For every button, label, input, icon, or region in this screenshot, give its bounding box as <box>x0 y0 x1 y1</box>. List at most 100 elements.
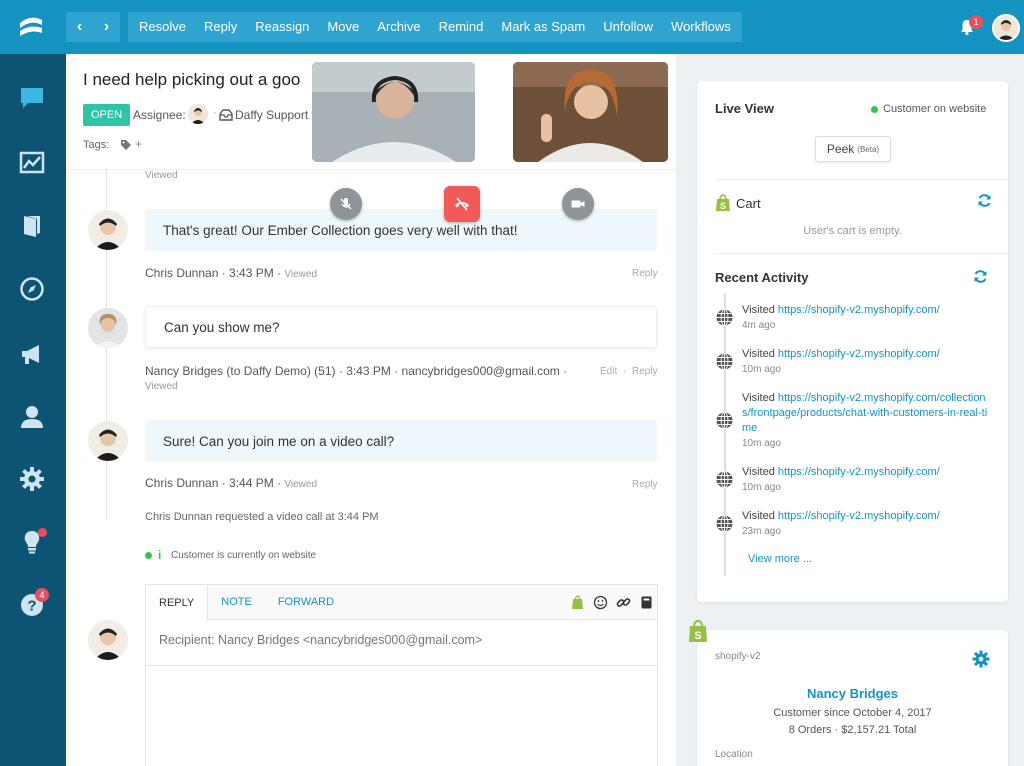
customer-name-link[interactable]: Nancy Bridges <box>697 686 1008 701</box>
history-nav: ‹ › <box>66 12 120 42</box>
assignee-avatar[interactable] <box>188 104 208 124</box>
message-reply-link[interactable]: Reply <box>632 479 658 490</box>
contacts-icon[interactable] <box>19 404 45 430</box>
add-tag-button[interactable]: + <box>135 137 142 151</box>
message-meta: Nancy Bridges (to Daffy Demo) (51) · 3:4… <box>145 364 568 378</box>
viewed-label: Viewed <box>284 269 318 280</box>
help-badge: 4 <box>35 588 49 602</box>
settings-icon[interactable] <box>19 466 45 492</box>
unfollow-button[interactable]: Unfollow <box>594 12 662 42</box>
knowledge-base-icon[interactable] <box>639 595 654 610</box>
peek-button[interactable]: Peek (Beta) <box>815 136 891 162</box>
knowledge-base-icon[interactable] <box>19 213 45 239</box>
reply-button[interactable]: Reply <box>195 12 246 42</box>
activity-prefix: Visited <box>742 510 775 522</box>
app-logo-icon[interactable] <box>16 12 46 42</box>
recent-activity-title: Recent Activity <box>715 270 809 285</box>
camera-toggle-button[interactable] <box>562 188 594 220</box>
end-call-button[interactable] <box>444 186 480 222</box>
svg-text:S: S <box>694 630 701 642</box>
activity-time: 4m ago <box>742 320 776 331</box>
assignee-person-icon <box>191 108 205 124</box>
mark-as-spam-button[interactable]: Mark as Spam <box>492 12 594 42</box>
activity-link[interactable]: https://shopify-v2.myshopify.com/collect… <box>742 392 987 434</box>
tab-bar-fill <box>347 585 657 620</box>
refresh-activity-icon[interactable] <box>973 269 988 284</box>
composer-avatar <box>88 620 128 660</box>
agent-video-person-icon <box>312 62 475 162</box>
globe-icon <box>716 309 733 326</box>
beta-label: (Beta) <box>857 144 880 154</box>
activity-item: Visited https://shopify-v2.myshopify.com… <box>742 303 992 333</box>
camera-icon <box>571 200 585 208</box>
activity-link[interactable]: https://shopify-v2.myshopify.com/ <box>778 304 940 316</box>
activity-link[interactable]: https://shopify-v2.myshopify.com/ <box>778 510 940 522</box>
peek-label: Peek <box>826 142 855 156</box>
activity-link[interactable]: https://shopify-v2.myshopify.com/ <box>778 466 940 478</box>
ideas-badge-dot <box>38 528 47 537</box>
shopify-customer-panel: shopify-v2 Nancy Bridges Customer since … <box>697 630 1008 766</box>
agent-person-icon <box>94 628 122 660</box>
back-button[interactable]: ‹ <box>66 12 93 42</box>
shopify-icon: S <box>716 194 730 211</box>
forward-button[interactable]: › <box>93 12 120 42</box>
conversation-pane: Viewed That's great! Our Ember Collectio… <box>66 54 676 766</box>
campaigns-icon[interactable] <box>19 341 45 367</box>
online-status-dot <box>145 552 152 559</box>
recipient-field[interactable]: Recipient: Nancy Bridges <nancybridges00… <box>159 633 482 647</box>
tag-icon[interactable] <box>120 139 132 151</box>
activity-prefix: Visited <box>742 466 775 478</box>
compass-icon[interactable] <box>19 276 45 302</box>
customer-avatar <box>88 308 128 348</box>
archive-button[interactable]: Archive <box>368 12 429 42</box>
globe-icon <box>716 471 733 488</box>
remind-button[interactable]: Remind <box>430 12 493 42</box>
customer-person-icon <box>88 308 128 348</box>
emoji-icon[interactable] <box>593 595 608 610</box>
conversation-actions: Resolve Reply Reassign Move Archive Remi… <box>128 12 742 42</box>
message-reply-link[interactable]: Reply <box>632 366 658 377</box>
globe-icon <box>716 353 733 370</box>
tab-forward[interactable]: FORWARD <box>264 585 348 620</box>
video-call-note: Chris Dunnan requested a video call at 3… <box>145 511 379 523</box>
agent-avatar <box>88 421 128 461</box>
link-icon[interactable] <box>616 595 631 610</box>
customer-since: Customer since October 4, 2017 <box>773 707 932 719</box>
mute-microphone-button[interactable] <box>330 188 362 220</box>
view-more-link[interactable]: View more ... <box>748 553 812 565</box>
message-reply-link[interactable]: Reply <box>632 268 658 279</box>
move-button[interactable]: Move <box>318 12 368 42</box>
gear-icon[interactable] <box>972 650 990 668</box>
assignee-separator: · <box>213 107 217 119</box>
online-status-dot <box>871 106 878 113</box>
reports-icon[interactable] <box>19 150 45 176</box>
recipient-divider <box>146 665 657 666</box>
end-call-icon <box>455 197 469 211</box>
chat-icon[interactable] <box>19 85 45 111</box>
tab-note[interactable]: NOTE <box>208 585 265 620</box>
live-status-text: Customer on website <box>883 103 987 115</box>
activity-prefix: Visited <box>742 392 775 404</box>
reassign-button[interactable]: Reassign <box>246 12 318 42</box>
message-meta: Chris Dunnan · 3:44 PM · Viewed <box>145 476 317 490</box>
team-selector[interactable]: Daffy Support v <box>235 108 318 122</box>
resolve-button[interactable]: Resolve <box>130 12 195 42</box>
activity-item: Visited https://shopify-v2.myshopify.com… <box>742 347 992 377</box>
workflows-button[interactable]: Workflows <box>662 12 740 42</box>
message-edit-link[interactable]: Edit <box>600 366 617 377</box>
refresh-cart-icon[interactable] <box>977 193 992 208</box>
cart-title: Cart <box>736 196 761 211</box>
user-avatar[interactable] <box>992 14 1020 42</box>
link-separator: · <box>623 366 627 377</box>
message-meta: Chris Dunnan · 3:43 PM · Viewed <box>145 266 317 280</box>
agent-person-icon <box>94 218 122 250</box>
shopify-icon[interactable] <box>570 595 585 610</box>
agent-person-icon <box>94 429 122 461</box>
store-name: shopify-v2 <box>715 651 761 662</box>
tags-label: Tags: <box>83 139 110 151</box>
activity-link[interactable]: https://shopify-v2.myshopify.com/ <box>778 348 940 360</box>
globe-icon <box>716 412 733 429</box>
tab-reply[interactable]: REPLY <box>146 585 209 620</box>
conversation-header: I need help picking out a goo OPEN Assig… <box>66 54 676 170</box>
status-badge[interactable]: OPEN <box>83 104 131 126</box>
